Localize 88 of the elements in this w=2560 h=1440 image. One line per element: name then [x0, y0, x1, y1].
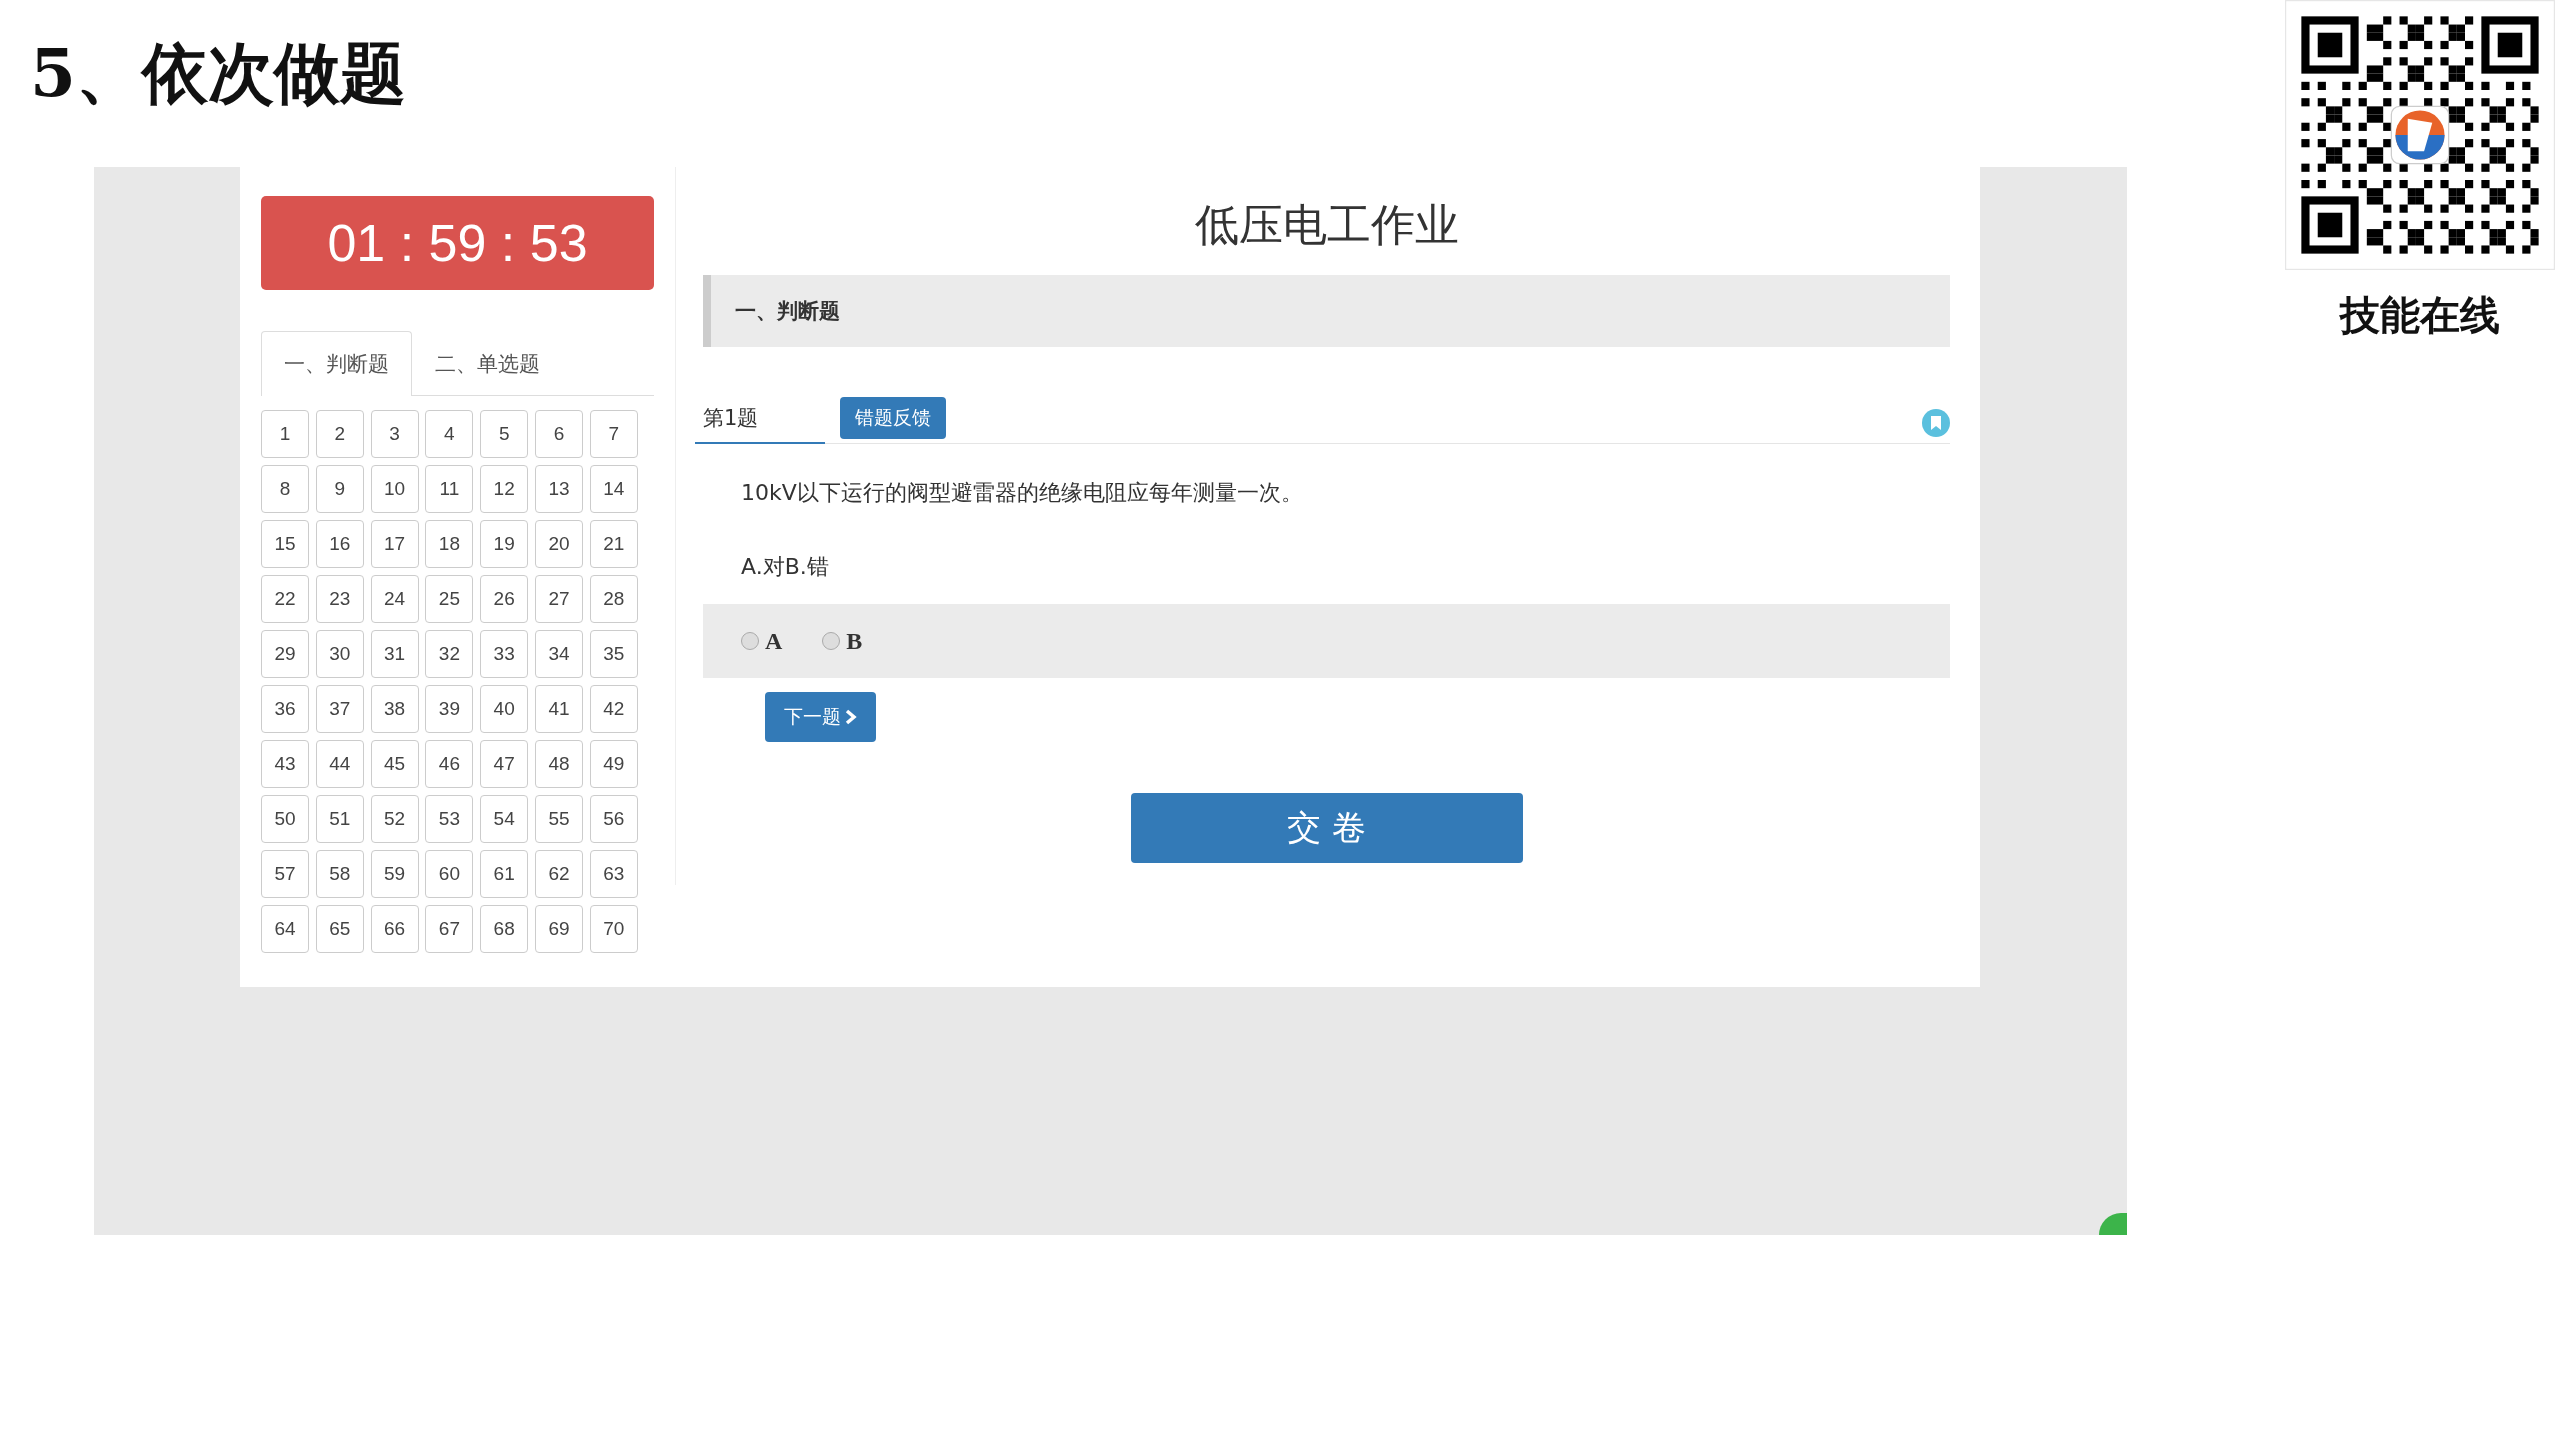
- question-number-button[interactable]: 32: [425, 630, 474, 678]
- question-number-button[interactable]: 13: [535, 465, 583, 513]
- question-number-button[interactable]: 50: [261, 795, 309, 843]
- question-number-button[interactable]: 2: [315, 410, 364, 458]
- question-number-button[interactable]: 26: [480, 575, 529, 623]
- feedback-button[interactable]: 错题反馈: [840, 397, 946, 439]
- question-number-button[interactable]: 25: [425, 575, 474, 623]
- question-number-button[interactable]: 63: [589, 850, 638, 898]
- question-number-button[interactable]: 44: [315, 740, 364, 788]
- bookmark-icon[interactable]: [1922, 409, 1950, 437]
- section-tab[interactable]: 二、单选题: [412, 331, 563, 395]
- question-number-button[interactable]: 4: [425, 410, 474, 458]
- question-number-button[interactable]: 59: [370, 850, 419, 898]
- question-number-button[interactable]: 10: [370, 465, 419, 513]
- options-text: A.对B.错: [741, 553, 830, 581]
- section-header: 一、判断题: [703, 275, 1950, 347]
- question-number-button[interactable]: 52: [370, 795, 419, 843]
- qr-caption: 技能在线: [2340, 291, 2500, 340]
- question-number-button[interactable]: 3: [370, 410, 419, 458]
- section-tab[interactable]: 一、判断题: [261, 331, 412, 396]
- question-number-button[interactable]: 39: [425, 685, 474, 733]
- chevron-icon: [845, 709, 857, 725]
- question-number-button[interactable]: 49: [589, 740, 638, 788]
- question-number-button[interactable]: 21: [589, 520, 638, 568]
- question-number-button[interactable]: 5: [480, 410, 529, 458]
- slide-title: 5、依次做题: [30, 33, 406, 114]
- question-number-button[interactable]: 6: [535, 410, 583, 458]
- question-number-button[interactable]: 19: [480, 520, 529, 568]
- question-number-button[interactable]: 66: [370, 905, 419, 953]
- round-icon: [2099, 1213, 2127, 1235]
- question-text: 10kV以下运行的阀型避雷器的绝缘电阻应每年测量一次。: [741, 479, 1304, 507]
- question-number-button[interactable]: 15: [261, 520, 309, 568]
- exam-title: 低压电工作业: [1193, 198, 1460, 252]
- question-number-button[interactable]: 57: [261, 850, 309, 898]
- question-number-button[interactable]: 58: [315, 850, 364, 898]
- question-number-button[interactable]: 70: [589, 905, 638, 953]
- question-number-button[interactable]: 20: [535, 520, 583, 568]
- question-number-button[interactable]: 16: [315, 520, 364, 568]
- question-tab[interactable]: 第1题: [695, 404, 825, 444]
- question-number-button[interactable]: 33: [480, 630, 529, 678]
- question-number-button[interactable]: 61: [480, 850, 529, 898]
- question-number-button[interactable]: 43: [261, 740, 309, 788]
- question-number-button[interactable]: 62: [535, 850, 583, 898]
- next-button[interactable]: 下一题: [765, 692, 876, 742]
- question-number-button[interactable]: 55: [535, 795, 583, 843]
- question-number-button[interactable]: 22: [261, 575, 309, 623]
- question-number-button[interactable]: 40: [480, 685, 529, 733]
- question-number-button[interactable]: 31: [370, 630, 419, 678]
- question-number-button[interactable]: 69: [535, 905, 583, 953]
- question-number-button[interactable]: 46: [425, 740, 474, 788]
- question-number-button[interactable]: 47: [480, 740, 529, 788]
- question-number-button[interactable]: 38: [370, 685, 419, 733]
- question-number-button[interactable]: 60: [425, 850, 474, 898]
- question-number-button[interactable]: 34: [535, 630, 583, 678]
- question-number-button[interactable]: 23: [315, 575, 364, 623]
- question-number-button[interactable]: 27: [535, 575, 583, 623]
- question-number-button[interactable]: 8: [261, 465, 309, 513]
- question-number-button[interactable]: 12: [480, 465, 529, 513]
- question-number-button[interactable]: 36: [261, 685, 309, 733]
- question-number-button[interactable]: 48: [535, 740, 583, 788]
- question-number-button[interactable]: 53: [425, 795, 474, 843]
- question-number-button[interactable]: 29: [261, 630, 309, 678]
- countdown-timer: 01 : 59 : 53: [261, 196, 654, 290]
- question-number-button[interactable]: 7: [589, 410, 638, 458]
- question-number-button[interactable]: 37: [315, 685, 364, 733]
- answer-radio[interactable]: B: [822, 627, 863, 655]
- question-number-button[interactable]: 54: [480, 795, 529, 843]
- answer-radio[interactable]: A: [741, 627, 783, 655]
- question-number-button[interactable]: 65: [315, 905, 364, 953]
- question-number-button[interactable]: 9: [315, 465, 364, 513]
- submit-button[interactable]: 交 卷: [1130, 793, 1523, 863]
- question-number-button[interactable]: 35: [589, 630, 638, 678]
- question-number-button[interactable]: 68: [480, 905, 529, 953]
- question-number-button[interactable]: 28: [589, 575, 638, 623]
- question-number-button[interactable]: 24: [370, 575, 419, 623]
- question-number-button[interactable]: 56: [589, 795, 638, 843]
- question-number-button[interactable]: 51: [315, 795, 364, 843]
- question-number-button[interactable]: 41: [535, 685, 583, 733]
- question-number-button[interactable]: 14: [589, 465, 638, 513]
- question-number-button[interactable]: 42: [589, 685, 638, 733]
- question-number-button[interactable]: 64: [261, 905, 309, 953]
- question-number-button[interactable]: 1: [261, 410, 309, 458]
- question-number-button[interactable]: 67: [425, 905, 474, 953]
- question-number-button[interactable]: 45: [370, 740, 419, 788]
- question-number-button[interactable]: 30: [315, 630, 364, 678]
- question-number-button[interactable]: 17: [370, 520, 419, 568]
- question-number-button[interactable]: 18: [425, 520, 474, 568]
- question-number-button[interactable]: 11: [425, 465, 474, 513]
